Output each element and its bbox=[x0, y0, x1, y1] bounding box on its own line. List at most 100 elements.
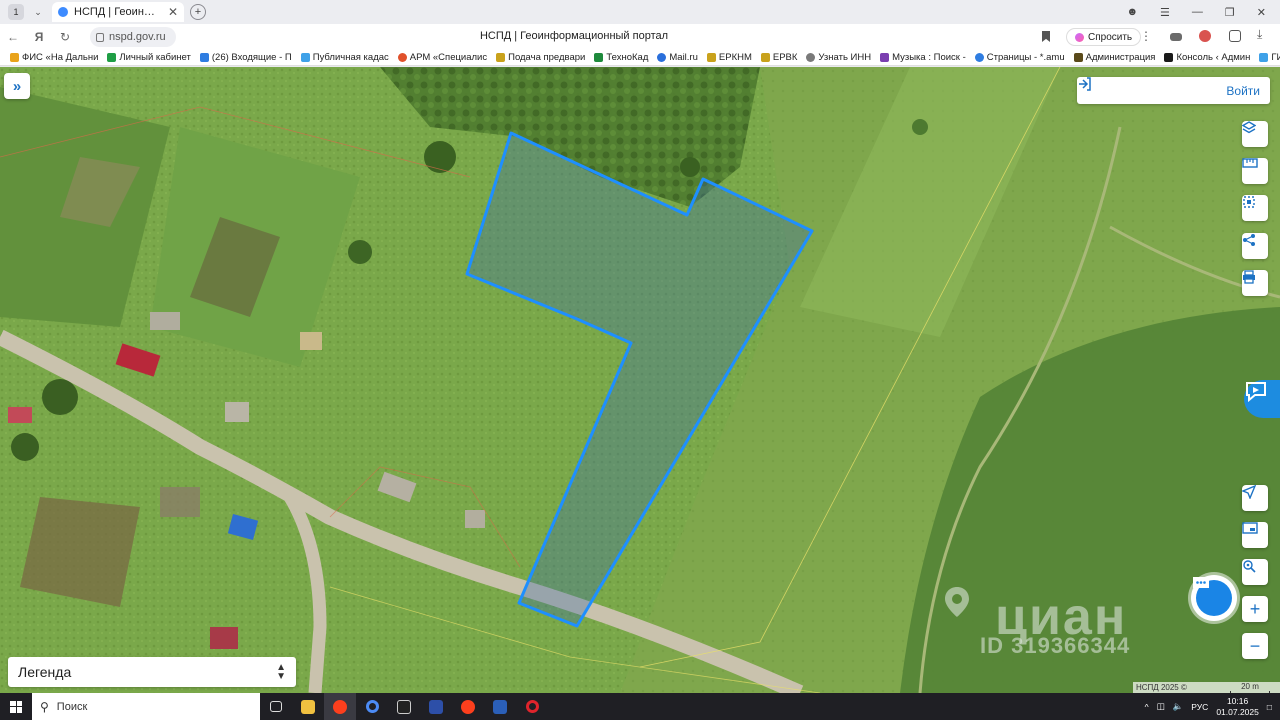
network-icon[interactable]: ◫ bbox=[1157, 701, 1165, 712]
attribution-text: НСПД 2025 © bbox=[1136, 683, 1187, 692]
bookmark-favicon-icon bbox=[880, 53, 890, 62]
word-icon[interactable] bbox=[484, 693, 516, 720]
legend-dropdown[interactable]: Легенда ▲ ▼ bbox=[8, 657, 296, 687]
house-roof bbox=[465, 510, 485, 528]
bookmark-favicon-icon bbox=[706, 53, 716, 62]
scale-label: 20 m bbox=[1241, 681, 1259, 691]
yandex-browser-icon[interactable] bbox=[324, 693, 356, 720]
url-field[interactable]: nspd.gov.ru bbox=[90, 27, 176, 47]
search-icon: ⚲ bbox=[40, 699, 49, 714]
bookmark-item[interactable]: Личный кабинет bbox=[107, 52, 191, 63]
bookmark-favicon-icon bbox=[397, 53, 407, 62]
alice-icon bbox=[1075, 32, 1084, 42]
bookmark-item[interactable]: Страницы - *.amu bbox=[974, 52, 1065, 63]
ask-assistant-button[interactable]: Спросить bbox=[1066, 28, 1142, 46]
bookmark-favicon-icon bbox=[1073, 53, 1083, 62]
house-roof bbox=[8, 407, 32, 423]
clock-date: 01.07.2025 bbox=[1216, 706, 1259, 717]
opera-icon[interactable] bbox=[516, 693, 548, 720]
bookmark-favicon-icon bbox=[300, 53, 310, 62]
profile-icon[interactable]: ☻ bbox=[1126, 6, 1138, 18]
bookmark-item[interactable]: Консоль ‹ Админ bbox=[1164, 52, 1250, 63]
bookmark-item[interactable]: АРМ «Специалис bbox=[397, 52, 487, 63]
print-button[interactable] bbox=[1242, 270, 1268, 296]
ask-label: Спросить bbox=[1088, 31, 1133, 43]
extension-icon-2[interactable] bbox=[1199, 30, 1211, 42]
chat-icon bbox=[1193, 577, 1232, 616]
bookmark-item[interactable]: Администрация bbox=[1073, 52, 1155, 63]
bookmark-item[interactable]: Публичная кадас bbox=[300, 52, 389, 63]
bookmark-item[interactable]: ЕРВК bbox=[760, 52, 797, 63]
login-button[interactable]: Войти bbox=[1077, 77, 1270, 104]
zoom-in-button[interactable]: + bbox=[1242, 596, 1268, 622]
taskbar-search[interactable]: ⚲ Поиск bbox=[32, 693, 260, 720]
window-close-button[interactable]: ✕ bbox=[1257, 6, 1266, 19]
menu-icon[interactable]: ☰ bbox=[1160, 6, 1170, 19]
layers-icon bbox=[1242, 121, 1256, 134]
yandex-app-icon[interactable] bbox=[452, 693, 484, 720]
os-taskbar: ⚲ Поиск ^ ◫ 🔈 РУС 10:16 01.07.2025 □ bbox=[0, 693, 1280, 720]
tab-count-badge[interactable]: 1 bbox=[8, 4, 24, 20]
minimize-button[interactable]: — bbox=[1192, 6, 1203, 18]
geo-search-button[interactable] bbox=[1242, 559, 1268, 585]
clock[interactable]: 10:16 01.07.2025 bbox=[1216, 696, 1259, 718]
feedback-tab[interactable] bbox=[1244, 380, 1280, 418]
close-icon[interactable]: ✕ bbox=[168, 5, 178, 19]
app-icon-shield[interactable] bbox=[388, 693, 420, 720]
bookmark-item[interactable]: Mail.ru bbox=[657, 52, 698, 63]
expand-panel-button[interactable]: » bbox=[4, 73, 30, 99]
picture-in-picture-icon bbox=[1242, 522, 1258, 534]
house-roof bbox=[300, 332, 322, 350]
start-button[interactable] bbox=[0, 693, 32, 720]
minimap-button[interactable] bbox=[1242, 522, 1268, 548]
input-language[interactable]: РУС bbox=[1191, 702, 1208, 712]
back-button[interactable]: ← bbox=[0, 26, 26, 48]
locate-button[interactable] bbox=[1242, 485, 1268, 511]
notifications-icon[interactable]: □ bbox=[1267, 702, 1272, 712]
app-icon-c[interactable] bbox=[356, 693, 388, 720]
bookmark-item[interactable]: ТехноКад bbox=[594, 52, 648, 63]
tree bbox=[42, 379, 78, 415]
volume-icon[interactable]: 🔈 bbox=[1173, 701, 1184, 712]
browser-tab-active[interactable]: НСПД | Геоинформационный портал ✕ bbox=[52, 2, 184, 22]
map-attribution: НСПД 2025 © 20 m bbox=[1133, 682, 1280, 693]
download-icon[interactable]: ⤓ bbox=[1257, 27, 1269, 41]
bookmark-item[interactable]: Подача предвари bbox=[496, 52, 585, 63]
task-view-icon[interactable] bbox=[260, 693, 292, 720]
app-icon-emblem[interactable] bbox=[420, 693, 452, 720]
chat-button[interactable] bbox=[1191, 575, 1237, 621]
layers-button[interactable] bbox=[1242, 121, 1268, 147]
windows-logo-icon bbox=[10, 700, 22, 713]
measure-button[interactable] bbox=[1242, 158, 1268, 184]
house-roof bbox=[150, 312, 180, 330]
print-icon bbox=[1243, 270, 1255, 284]
yandex-home-icon[interactable]: Я bbox=[26, 26, 52, 48]
zoom-out-button[interactable]: − bbox=[1242, 633, 1268, 659]
restore-button[interactable]: ❐ bbox=[1225, 6, 1235, 19]
chevron-down-icon[interactable]: ⌄ bbox=[30, 4, 46, 20]
bookmark-item[interactable]: Узнать ИНН bbox=[806, 52, 871, 63]
bookmark-item[interactable]: (26) Входящие - П bbox=[199, 52, 292, 63]
bookmark-item[interactable]: ГИС bbox=[1259, 52, 1280, 63]
bookmark-item[interactable]: ФИС «На Дальни bbox=[10, 52, 98, 63]
reload-button[interactable]: ↻ bbox=[52, 26, 78, 48]
map-viewport[interactable]: циан ID 319366344 » Войти + − Легенда ▲ … bbox=[0, 67, 1280, 693]
chevron-up-icon[interactable]: ^ bbox=[1145, 702, 1149, 712]
browser-tabbar: 1 ⌄ НСПД | Геоинформационный портал ✕ + … bbox=[0, 0, 1280, 24]
search-placeholder: Поиск bbox=[56, 700, 88, 713]
share-button[interactable] bbox=[1242, 233, 1268, 259]
extension-icon-3[interactable] bbox=[1229, 30, 1241, 42]
bookmark-favicon-icon bbox=[760, 53, 770, 62]
bookmark-item[interactable]: Музыка : Поиск - bbox=[880, 52, 966, 63]
bookmark-icon[interactable] bbox=[1042, 31, 1050, 42]
file-explorer-icon[interactable] bbox=[292, 693, 324, 720]
new-tab-button[interactable]: + bbox=[190, 4, 206, 20]
bookmark-item[interactable]: ЕРКНМ bbox=[706, 52, 752, 63]
share-icon bbox=[1243, 234, 1255, 246]
bookmark-favicon-icon bbox=[1164, 53, 1174, 62]
bookmark-favicon-icon bbox=[657, 53, 667, 62]
extension-icon-1[interactable] bbox=[1170, 33, 1182, 41]
select-area-button[interactable] bbox=[1242, 195, 1268, 221]
more-icon[interactable]: ⋮ bbox=[1140, 29, 1152, 43]
chevron-updown-icon: ▲ ▼ bbox=[276, 662, 286, 682]
